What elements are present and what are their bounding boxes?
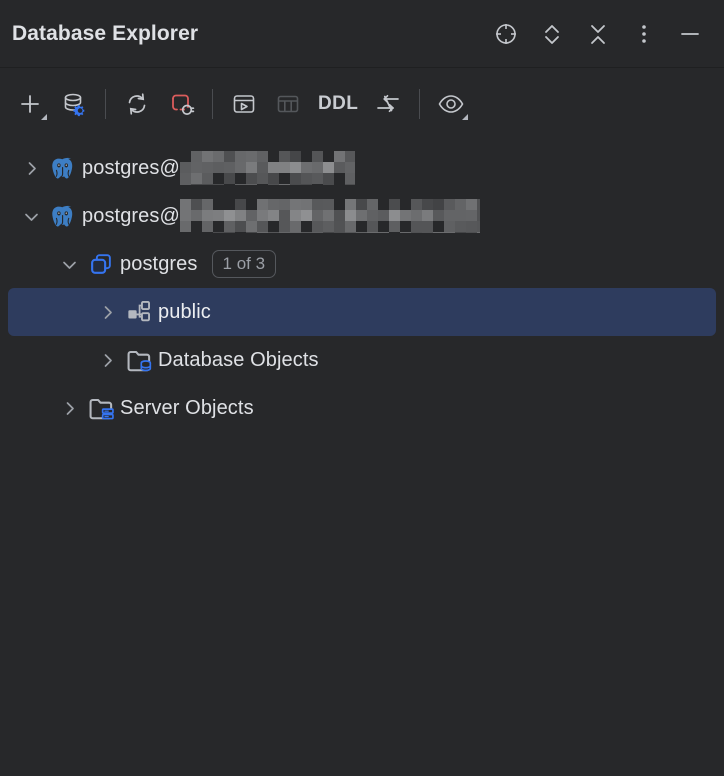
header-actions: [486, 14, 710, 54]
chevron-down-icon: [41, 114, 47, 120]
more-options-icon[interactable]: [624, 14, 664, 54]
add-new-button[interactable]: [8, 82, 52, 126]
tree-row-database-objects[interactable]: Database Objects: [8, 336, 716, 384]
tree-row-datasource-1[interactable]: postgres@: [8, 144, 716, 192]
data-transfer-button[interactable]: [366, 82, 410, 126]
status-badge: 1 of 3: [211, 249, 277, 279]
ddl-button[interactable]: DDL: [310, 82, 366, 126]
refresh-button[interactable]: [115, 82, 159, 126]
chevron-right-icon[interactable]: [16, 144, 46, 192]
disconnect-button[interactable]: [159, 82, 203, 126]
chevron-down-icon[interactable]: [54, 240, 84, 288]
toolbar-separator: [105, 89, 106, 119]
chevron-down-icon: [462, 114, 469, 120]
open-data-editor-button[interactable]: [266, 82, 310, 126]
tool-window-header: Database Explorer: [0, 0, 724, 68]
postgresql-elephant-icon: [46, 192, 80, 240]
toolbar-separator: [212, 89, 213, 119]
chevron-down-icon[interactable]: [16, 192, 46, 240]
chevron-right-icon[interactable]: [92, 336, 122, 384]
data-source-properties-button[interactable]: [52, 82, 96, 126]
tree-node-label: postgres@: [82, 156, 180, 179]
tree-node-label: postgres@: [82, 204, 180, 227]
postgresql-elephant-icon: [46, 144, 80, 192]
page-title: Database Explorer: [12, 21, 199, 45]
tree-node-label: public: [158, 300, 211, 323]
redacted-hostname: [179, 199, 480, 233]
view-options-button[interactable]: [429, 82, 473, 126]
chevron-right-icon[interactable]: [54, 384, 84, 432]
folder-server-icon: [84, 384, 118, 432]
tree-row-database-postgres[interactable]: postgres 1 of 3: [8, 240, 716, 288]
database-tree: postgres@ postgres@ postgres 1 of 3 publi…: [0, 140, 724, 432]
collapse-all-icon[interactable]: [578, 14, 618, 54]
toolbar-separator: [419, 89, 421, 119]
tree-node-label: Server Objects: [120, 396, 254, 419]
toolbar: DDL: [0, 68, 724, 140]
tree-row-datasource-2[interactable]: postgres@: [8, 192, 716, 240]
minimize-icon[interactable]: [670, 14, 710, 54]
expand-collapse-icon[interactable]: [532, 14, 572, 54]
database-stack-icon: [84, 240, 118, 288]
locate-target-icon[interactable]: [486, 14, 526, 54]
chevron-right-icon[interactable]: [92, 288, 122, 336]
open-console-button[interactable]: [222, 82, 266, 126]
folder-database-icon: [122, 336, 156, 384]
tree-node-label: Database Objects: [158, 348, 319, 371]
tree-row-schema-public[interactable]: public: [8, 288, 716, 336]
tree-node-label: postgres: [120, 252, 198, 275]
tree-row-server-objects[interactable]: Server Objects: [8, 384, 716, 432]
schema-nodes-icon: [122, 288, 156, 336]
redacted-hostname: [179, 151, 355, 185]
